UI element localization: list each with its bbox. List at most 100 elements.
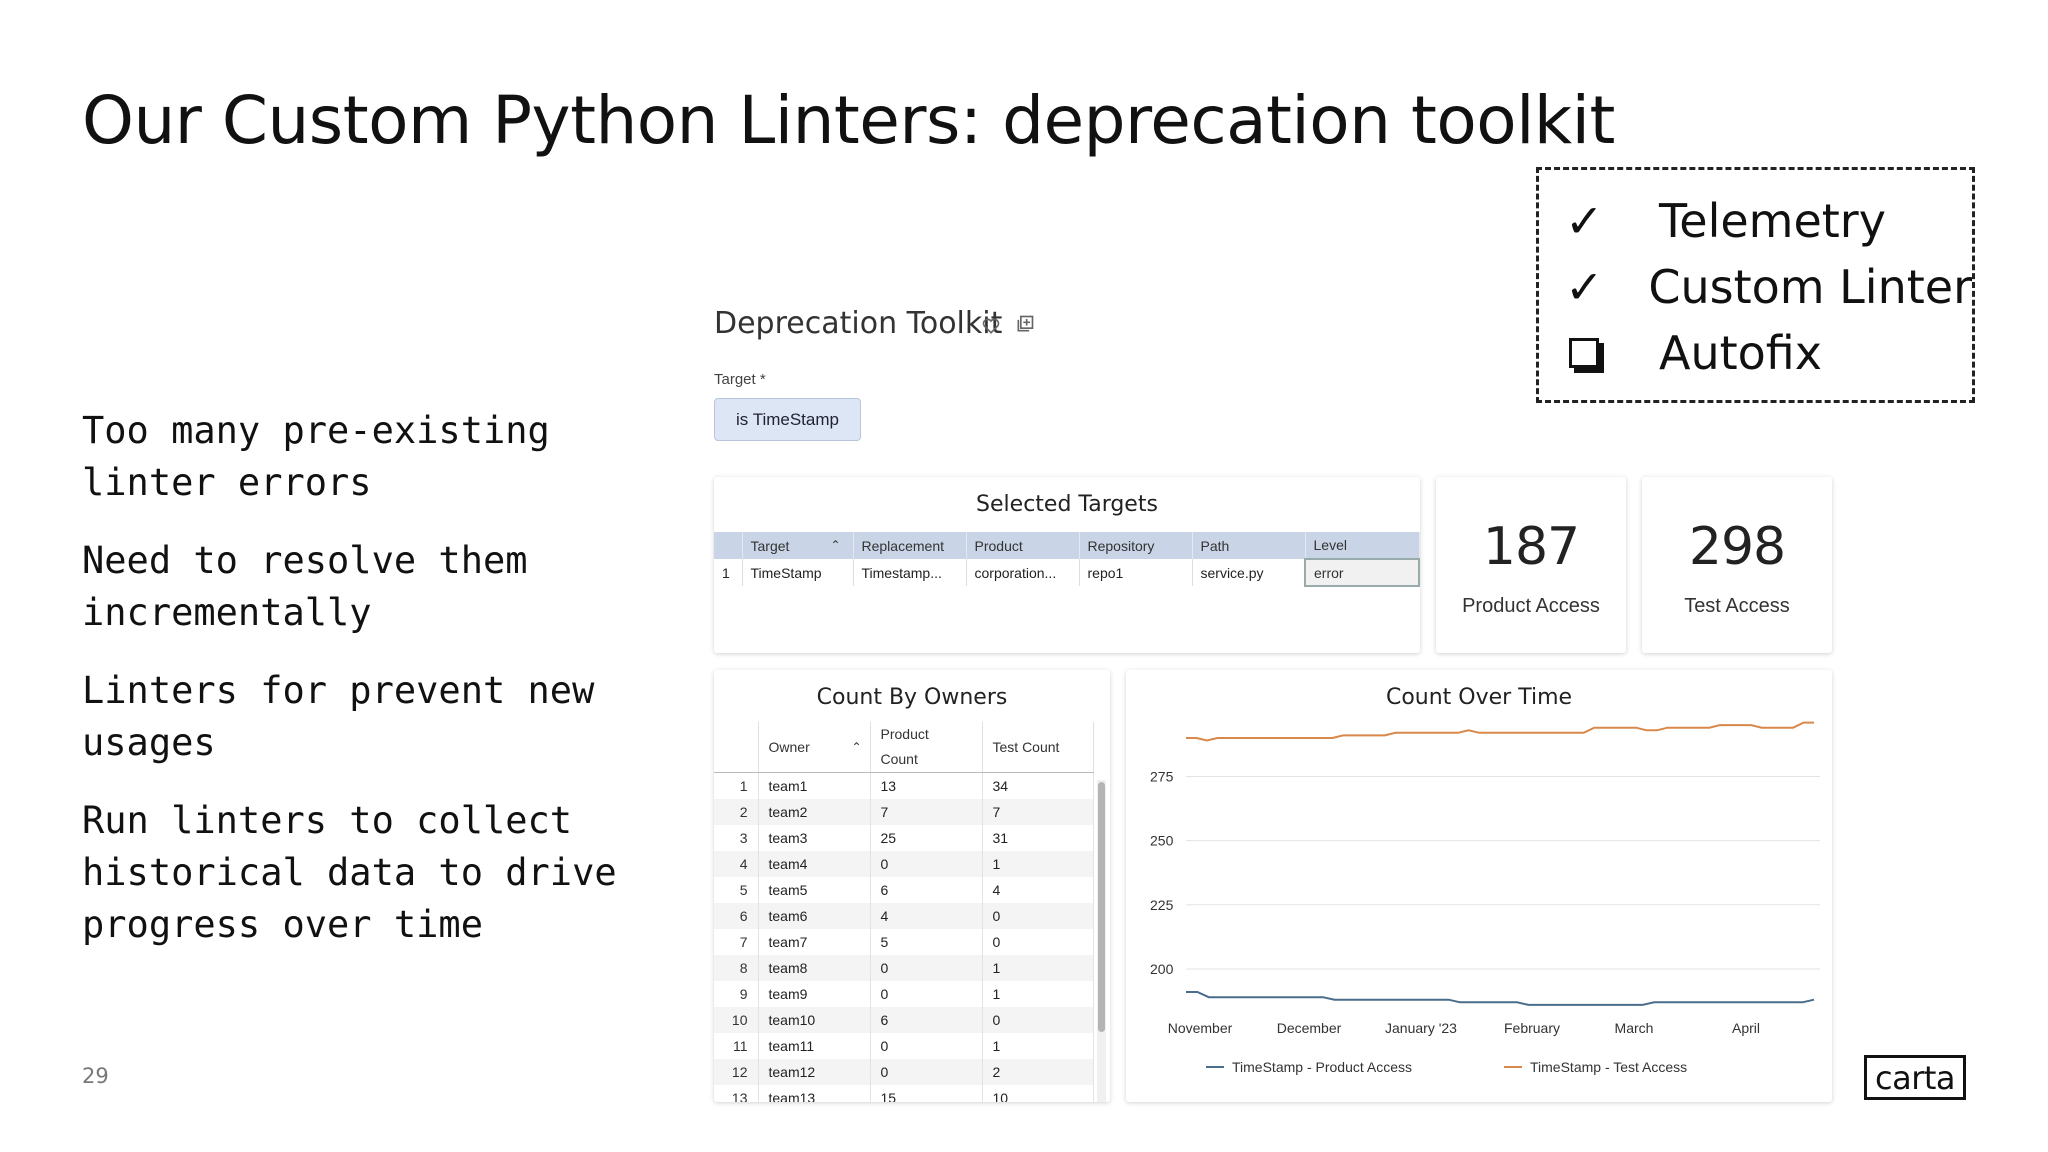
table-cell[interactable]: team10 [758, 1006, 871, 1033]
checkmark-icon: ✓ [1565, 260, 1604, 314]
table-row[interactable]: 9 team9 0 1 [714, 980, 1094, 1007]
column-header[interactable]: Product Count [870, 722, 983, 773]
bullet-item: Linters for prevent new usages [82, 669, 595, 764]
table-cell[interactable]: 10 [982, 1084, 1094, 1102]
checklist-label: Telemetry [1659, 194, 1886, 248]
table-cell[interactable]: team11 [758, 1032, 871, 1059]
legend-label[interactable]: TimeStamp - Product Access [1232, 1059, 1412, 1075]
row-index: 13 [714, 1084, 759, 1102]
row-index-header [714, 532, 743, 559]
table-cell[interactable]: team7 [758, 928, 871, 955]
add-to-collection-icon[interactable] [1015, 314, 1035, 334]
table-cell[interactable]: team8 [758, 954, 871, 981]
table-cell[interactable]: 31 [982, 824, 1094, 851]
y-tick-label: 275 [1150, 768, 1174, 784]
sort-ascending-icon[interactable]: ⌃ [830, 538, 840, 552]
count-by-owners-card: Count By Owners Owner ⌃ Product Count Test… [714, 670, 1110, 1102]
table-cell[interactable]: 2 [982, 1058, 1094, 1085]
bullet-list: Too many pre-existing linter errors Need… [82, 405, 682, 977]
table-cell[interactable]: Timestamp... [853, 559, 967, 586]
column-header[interactable]: Repository [1079, 532, 1193, 559]
column-header[interactable]: Target ⌃ [742, 532, 854, 559]
column-header[interactable]: Product [966, 532, 1080, 559]
favorite-heart-icon[interactable] [981, 316, 1001, 336]
table-cell[interactable]: 0 [982, 1006, 1094, 1033]
table-cell[interactable]: team1 [758, 772, 871, 799]
table-cell[interactable]: 34 [982, 772, 1094, 799]
table-row[interactable]: 7 team7 5 0 [714, 928, 1094, 955]
legend-label[interactable]: TimeStamp - Test Access [1530, 1059, 1687, 1075]
row-index: 10 [714, 1006, 759, 1033]
table-cell[interactable]: TimeStamp [742, 559, 854, 586]
table-cell[interactable]: 25 [870, 824, 983, 851]
table-cell[interactable]: team3 [758, 824, 871, 851]
table-cell[interactable]: 6 [870, 1006, 983, 1033]
row-index: 7 [714, 928, 759, 955]
table-cell[interactable]: 7 [982, 798, 1094, 825]
table-row[interactable]: 10 team10 6 0 [714, 1006, 1094, 1033]
table-row[interactable]: 2 team2 7 7 [714, 798, 1094, 825]
table-row[interactable]: 1 team1 13 34 [714, 772, 1094, 799]
target-filter-chip[interactable]: is TimeStamp [714, 398, 861, 441]
column-header[interactable]: Test Count [982, 722, 1094, 773]
table-cell[interactable]: 5 [870, 928, 983, 955]
table-cell[interactable]: service.py [1192, 559, 1306, 586]
series-line-1[interactable] [1186, 991, 1815, 1006]
table-cell[interactable]: 0 [870, 1058, 983, 1085]
table-cell[interactable]: 1 [982, 954, 1094, 981]
table-cell[interactable]: 0 [870, 954, 983, 981]
table-cell[interactable]: 0 [870, 980, 983, 1007]
table-cell[interactable]: 13 [870, 772, 983, 799]
table-cell[interactable]: repo1 [1079, 559, 1193, 586]
stat-value: 187 [1482, 517, 1580, 577]
column-header[interactable]: Level [1305, 532, 1420, 559]
owners-table: Owner ⌃ Product Count Test Count 1 team1 13 3… [714, 722, 1094, 1102]
table-cell[interactable]: 1 [982, 1032, 1094, 1059]
table-cell[interactable]: team13 [758, 1084, 871, 1102]
table-cell[interactable]: 0 [870, 1032, 983, 1059]
table-row[interactable]: 8 team8 0 1 [714, 954, 1094, 981]
table-cell[interactable]: team2 [758, 798, 871, 825]
table-row[interactable]: 4 team4 0 1 [714, 850, 1094, 877]
table-cell[interactable]: 6 [870, 876, 983, 903]
row-index-header [714, 722, 759, 773]
column-header[interactable]: Owner ⌃ [758, 722, 871, 773]
table-cell[interactable]: 4 [870, 902, 983, 929]
table-cell[interactable]: team5 [758, 876, 871, 903]
column-header[interactable]: Path [1192, 532, 1306, 559]
checkmark-icon: ✓ [1565, 194, 1604, 248]
column-header[interactable]: Replacement [853, 532, 967, 559]
row-index: 8 [714, 954, 759, 981]
x-tick-label: December [1277, 1020, 1342, 1036]
table-row[interactable]: 11 team11 0 1 [714, 1032, 1094, 1059]
row-index: 4 [714, 850, 759, 877]
sort-ascending-icon[interactable]: ⌃ [851, 735, 861, 760]
table-row[interactable]: 6 team6 4 0 [714, 902, 1094, 929]
selected-targets-table: Target ⌃ Replacement Product Repository P… [714, 532, 1420, 587]
table-cell[interactable]: 1 [982, 850, 1094, 877]
series-line-2[interactable] [1186, 721, 1814, 742]
table-row[interactable]: 3 team3 25 31 [714, 824, 1094, 851]
table-cell[interactable]: 7 [870, 798, 983, 825]
table-cell[interactable]: error [1304, 558, 1420, 587]
table-cell[interactable]: 0 [870, 850, 983, 877]
carta-logo: carta [1864, 1055, 1966, 1100]
row-index: 1 [714, 772, 759, 799]
table-cell[interactable]: 0 [982, 902, 1094, 929]
count-over-time-card: Count Over Time 275 250 225 200 November Dece… [1126, 670, 1832, 1102]
table-row[interactable]: 12 team12 0 2 [714, 1058, 1094, 1085]
table-cell[interactable]: team12 [758, 1058, 871, 1085]
table-cell[interactable]: team4 [758, 850, 871, 877]
table-cell[interactable]: 4 [982, 876, 1094, 903]
table-cell[interactable]: 15 [870, 1084, 983, 1102]
table-cell[interactable]: 1 [982, 980, 1094, 1007]
table-cell[interactable]: 0 [982, 928, 1094, 955]
checklist-label: Autofix [1659, 326, 1822, 380]
table-row[interactable]: 13 team13 15 10 [714, 1084, 1094, 1102]
table-row[interactable]: 1 TimeStamp Timestamp... corporation... … [714, 558, 1420, 587]
table-cell[interactable]: team6 [758, 902, 871, 929]
table-cell[interactable]: corporation... [966, 559, 1080, 586]
table-cell[interactable]: team9 [758, 980, 871, 1007]
table-scrollbar-thumb[interactable] [1098, 782, 1105, 1032]
table-row[interactable]: 5 team5 6 4 [714, 876, 1094, 903]
